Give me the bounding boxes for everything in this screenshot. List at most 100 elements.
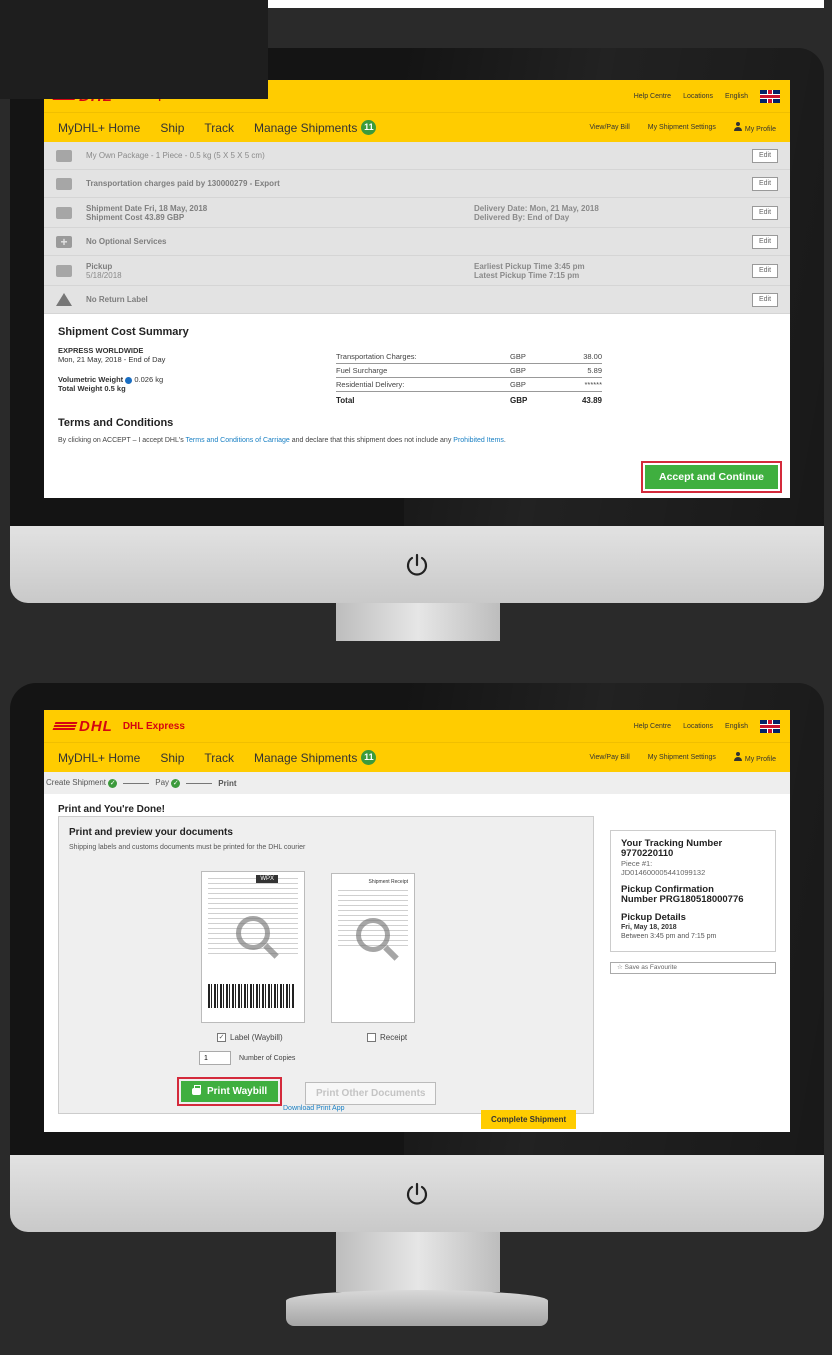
cost-row-transport: Transportation Charges: GBP 38.00 (336, 350, 602, 364)
cost-row-fuel: Fuel Surcharge GBP 5.89 (336, 364, 602, 378)
screen-review: DHL DHL Express Help Centre Locations En… (44, 80, 790, 498)
panel-subtitle: Shipping labels and customs documents mu… (69, 844, 306, 851)
shipment-details: My Own Package - 1 Piece - 0.5 kg (5 X 5… (44, 142, 790, 314)
edit-charges-button[interactable]: Edit (752, 176, 778, 191)
locations-link[interactable]: Locations (683, 723, 713, 730)
shipment-settings-link[interactable]: My Shipment Settings (648, 754, 716, 761)
locations-link[interactable]: Locations (683, 93, 713, 100)
cost-table: Transportation Charges: GBP 38.00 Fuel Sur… (336, 350, 602, 408)
info-icon[interactable] (125, 376, 133, 384)
service-name: EXPRESS WORLDWIDE (58, 346, 144, 355)
help-centre-link[interactable]: Help Centre (634, 723, 671, 730)
monitor-2-stand (336, 1232, 500, 1292)
edit-pickup-button[interactable]: Edit (752, 263, 778, 278)
person-icon (733, 752, 742, 761)
my-profile-link[interactable]: My Profile (733, 752, 776, 763)
view-pay-bill-link[interactable]: View/Pay Bill (589, 754, 629, 761)
help-centre-link[interactable]: Help Centre (634, 93, 671, 100)
power-icon[interactable] (405, 1182, 429, 1206)
uk-flag-icon[interactable] (760, 719, 780, 733)
print-panel: Print and preview your documents Shippin… (58, 816, 594, 1114)
edit-return-button[interactable]: Edit (752, 292, 778, 307)
nav-manage-shipments[interactable]: Manage Shipments 11 (254, 120, 377, 135)
monitor-2-base (286, 1290, 548, 1326)
main-nav: MyDHL+ Home Ship Track Manage Shipments 1… (44, 112, 790, 142)
brand-name: DHL Express (122, 720, 185, 732)
step-create-shipment[interactable]: Create Shipment ✓ (46, 778, 118, 788)
label-waybill-checkbox[interactable]: ✓ Label (Waybill) (217, 1033, 283, 1042)
print-waybill-highlight: Print Waybill (177, 1077, 283, 1106)
terms-section: Terms and Conditions By clicking on ACCE… (44, 417, 790, 444)
row-optional-services: + No Optional Services Edit (44, 228, 790, 256)
print-waybill-button[interactable]: Print Waybill (181, 1081, 279, 1102)
view-pay-bill-link[interactable]: View/Pay Bill (589, 124, 629, 131)
step-pay[interactable]: Pay ✓ (155, 778, 181, 788)
nav-mydhl-home[interactable]: MyDHL+ Home (58, 121, 140, 135)
printer-icon (192, 1085, 201, 1095)
monitor-1-stand (336, 603, 500, 641)
save-as-favourite-button[interactable]: ☆ Save as Favourite (610, 962, 776, 974)
check-icon: ✓ (171, 779, 181, 788)
cost-row-total: Total GBP 43.89 (336, 395, 602, 405)
accept-and-continue-button[interactable]: Accept and Continue (644, 465, 778, 489)
nav-track[interactable]: Track (204, 121, 234, 135)
piece-id: JD014600005441099132 (621, 868, 706, 877)
row-charges: Transportation charges paid by 130000279… (44, 170, 790, 198)
dhl-header: DHL DHL Express Help Centre Locations En… (44, 710, 790, 742)
delivery-date: Mon, 21 May, 2018 - End of Day (58, 355, 166, 364)
summary-title: Shipment Cost Summary (58, 326, 189, 338)
row-return-label: No Return Label Edit (44, 286, 790, 314)
step-print: Print (218, 778, 237, 788)
edit-package-button[interactable]: Edit (752, 148, 778, 163)
waybill-preview[interactable]: WPX (201, 871, 305, 1023)
nav-mydhl-home[interactable]: MyDHL+ Home (58, 751, 140, 765)
tracking-panel: Your Tracking Number 9770220110 Piece #1… (610, 830, 776, 952)
nav-ship[interactable]: Ship (160, 751, 184, 765)
progress-steps: Create Shipment ✓ Pay ✓ Print (44, 772, 790, 794)
nav-track[interactable]: Track (204, 751, 234, 765)
receipt-preview[interactable]: Shipment Receipt (331, 873, 415, 1023)
row-pickup: Pickup 5/18/2018 Earliest Pickup Time 3:4… (44, 256, 790, 286)
cost-row-residential: Residential Delivery: GBP ****** (336, 378, 602, 392)
terms-title: Terms and Conditions (58, 417, 174, 429)
monitor-2-chin (10, 1155, 824, 1232)
dhl-logo[interactable]: DHL (52, 718, 113, 735)
shipment-settings-link[interactable]: My Shipment Settings (648, 124, 716, 131)
copies-input[interactable] (199, 1051, 231, 1065)
calendar-icon (56, 206, 72, 219)
magnifier-icon (236, 916, 270, 950)
check-icon: ✓ (108, 779, 118, 788)
tracking-number: 9770220110 (621, 848, 674, 859)
cost-summary: Shipment Cost Summary EXPRESS WORLDWIDE … (44, 314, 790, 405)
copies-control: Number of Copies (199, 1051, 295, 1065)
language-select[interactable]: English (725, 723, 748, 730)
screen-print: DHL DHL Express Help Centre Locations En… (44, 710, 790, 1132)
uk-flag-icon[interactable] (760, 89, 780, 103)
terms-text: By clicking on ACCEPT – I accept DHL's T… (58, 437, 506, 444)
total-weight: Total Weight 0.5 kg (58, 384, 126, 393)
main-nav: MyDHL+ Home Ship Track Manage Shipments 1… (44, 742, 790, 772)
accept-highlight: Accept and Continue (640, 461, 782, 493)
language-select[interactable]: English (725, 93, 748, 100)
payment-icon (56, 177, 72, 190)
truck-icon (56, 264, 72, 277)
shipments-count-badge: 11 (361, 750, 377, 765)
warning-icon (56, 293, 72, 306)
print-other-documents-button[interactable]: Print Other Documents (305, 1082, 437, 1105)
download-print-app-link[interactable]: Download Print App (283, 1105, 344, 1112)
monitor-2: DHL DHL Express Help Centre Locations En… (10, 683, 824, 1155)
overlay-black-box (0, 0, 268, 99)
edit-date-button[interactable]: Edit (752, 205, 778, 220)
person-icon (733, 122, 742, 131)
complete-shipment-button[interactable]: Complete Shipment (481, 1110, 577, 1129)
terms-of-carriage-link[interactable]: Terms and Conditions of Carriage (186, 437, 290, 444)
nav-manage-shipments[interactable]: Manage Shipments 11 (254, 750, 377, 765)
prohibited-items-link[interactable]: Prohibited Items (453, 437, 504, 444)
receipt-checkbox[interactable]: Receipt (367, 1033, 407, 1042)
nav-ship[interactable]: Ship (160, 121, 184, 135)
edit-services-button[interactable]: Edit (752, 234, 778, 249)
package-icon (56, 149, 72, 162)
pickup-confirmation-number: Number PRG180518000776 (621, 894, 744, 905)
power-icon[interactable] (405, 553, 429, 577)
my-profile-link[interactable]: My Profile (733, 122, 776, 133)
